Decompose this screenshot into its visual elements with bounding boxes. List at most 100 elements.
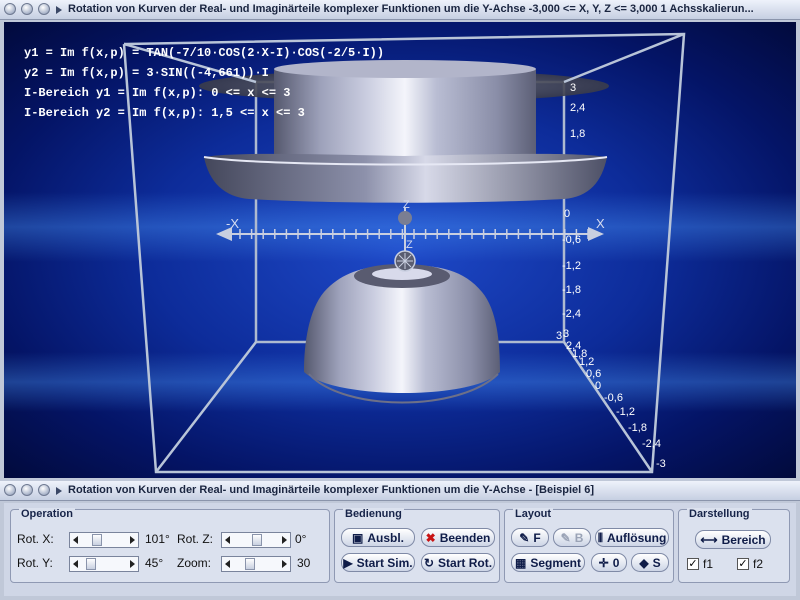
axis-label-x: X <box>596 216 605 231</box>
rot-x-label: Rot. X: <box>17 532 54 546</box>
tick-label: -1,8 <box>562 284 581 296</box>
axis-label-minus-x: -X <box>226 216 239 231</box>
tick-label: 0,6 <box>586 368 602 380</box>
tick-label: 1,8 <box>570 128 586 140</box>
close-window-icon[interactable] <box>4 484 16 496</box>
f2-label: f2 <box>753 557 764 571</box>
rot-y-value: 45° <box>145 556 164 570</box>
bedienung-title: Bedienung <box>343 508 404 520</box>
surface-y2 <box>304 264 500 404</box>
slider-thumb[interactable] <box>92 534 103 546</box>
tick-label: -3 <box>656 458 666 470</box>
maximize-window-icon[interactable] <box>38 3 50 15</box>
window-menu-icon[interactable] <box>56 6 62 14</box>
bedienung-group: Bedienung ▣ Ausbl. ✖ Beenden ▶ Start Sim… <box>334 508 500 583</box>
slider-right-arrow-icon[interactable] <box>130 560 135 568</box>
pen-icon: ✎ <box>519 530 530 545</box>
slider-left-arrow-icon[interactable] <box>73 536 78 544</box>
start-rot-button[interactable]: ↻ Start Rot. <box>421 553 495 572</box>
slider-thumb[interactable] <box>244 558 255 570</box>
control-panel: Operation Rot. X: 101° Rot. Z: 0° Rot. Y… <box>4 503 796 596</box>
f2-checkbox[interactable]: ✓ <box>737 558 749 570</box>
main-window-titlebar[interactable]: Rotation von Kurven der Real- und Imagin… <box>0 0 800 20</box>
window-controls <box>4 3 50 15</box>
zoom-slider[interactable] <box>221 556 291 572</box>
layout-title: Layout <box>513 508 554 520</box>
s-button[interactable]: ◆ S <box>631 553 669 572</box>
aufloesung-button[interactable]: ⦀ Auflösung <box>595 528 669 547</box>
grid-icon: ▦ <box>514 555 527 570</box>
slider-left-arrow-icon[interactable] <box>73 560 78 568</box>
ausblenden-button[interactable]: ▣ Ausbl. <box>341 528 415 547</box>
slider-left-arrow-icon[interactable] <box>225 560 230 568</box>
slider-thumb[interactable] <box>86 558 97 570</box>
tick-label: -0,6 <box>562 234 581 246</box>
eraser-icon: ◆ <box>639 555 649 570</box>
darstellung-group: Darstellung ⟷ Bereich ✓ f1 ✓ f2 <box>678 508 790 583</box>
minimize-window-icon[interactable] <box>21 3 33 15</box>
close-icon: ✖ <box>425 530 436 545</box>
slider-right-arrow-icon[interactable] <box>282 560 287 568</box>
zoom-label: Zoom: <box>177 556 212 570</box>
axis-label-z-top: Z <box>403 199 410 211</box>
tick-label: 2,4 <box>570 102 586 114</box>
tick-label: 0 <box>564 208 571 220</box>
rot-z-slider[interactable] <box>221 532 291 548</box>
axis-label-z-bottom: Z <box>406 239 413 251</box>
tick-label: -1,2 <box>562 260 581 272</box>
formula-y1: y1 = Im f(x,p) = TAN(-7/10·COS(2·X-I)·CO… <box>24 46 385 60</box>
main-window-title: Rotation von Kurven der Real- und Imagin… <box>68 3 754 15</box>
formula-y2: y2 = Im f(x,p) = 3·SIN((-4,661))·I <box>24 66 269 80</box>
plot-viewport[interactable]: y1 = Im f(x,p) = TAN(-7/10·COS(2·X-I)·CO… <box>4 22 796 478</box>
slider-thumb[interactable] <box>252 534 262 546</box>
close-window-icon[interactable] <box>4 3 16 15</box>
rot-x-slider[interactable] <box>69 532 139 548</box>
f1-checkbox[interactable]: ✓ <box>687 558 699 570</box>
control-window-title: Rotation von Kurven der Real- und Imagin… <box>68 484 595 496</box>
window-menu-icon[interactable] <box>56 487 62 495</box>
control-window-titlebar[interactable]: Rotation von Kurven der Real- und Imagin… <box>0 481 800 501</box>
range-y2: I-Bereich y2 = Im f(x,p): 1,5 <= x <= 3 <box>24 106 305 120</box>
rot-x-value: 101° <box>145 532 170 546</box>
operation-group: Operation Rot. X: 101° Rot. Z: 0° Rot. Y… <box>10 508 330 583</box>
tick-label: 1,2 <box>579 356 595 368</box>
tick-label: 0 <box>595 380 602 392</box>
range-y1: I-Bereich y1 = Im f(x,p): 0 <= x <= 3 <box>24 86 291 100</box>
rot-y-slider[interactable] <box>69 556 139 572</box>
segment-button[interactable]: ▦ Segment <box>511 553 585 572</box>
tick-label: -2,4 <box>562 308 581 320</box>
layout-group: Layout ✎ F ✎ B ⦀ Auflösung ▦ Segment ✛ 0… <box>504 508 674 583</box>
tick-label: -1,8 <box>628 422 647 434</box>
play-icon: ▶ <box>343 555 353 570</box>
minimize-window-icon[interactable] <box>21 484 33 496</box>
tick-label: -2,4 <box>642 438 661 450</box>
origin-button[interactable]: ✛ 0 <box>591 553 627 572</box>
crosshair-icon: ✛ <box>598 555 609 570</box>
resolution-icon: ⦀ <box>597 530 603 545</box>
rot-y-label: Rot. Y: <box>17 556 53 570</box>
tick-label: 3 <box>563 328 570 340</box>
brush-icon: ✎ <box>560 530 571 545</box>
zoom-value: 30 <box>297 556 311 570</box>
tick-label: -0,6 <box>604 392 623 404</box>
b-button[interactable]: ✎ B <box>553 528 591 547</box>
rot-z-label: Rot. Z: <box>177 532 214 546</box>
rotate-icon: ↻ <box>423 555 435 570</box>
hide-icon: ▣ <box>351 530 364 545</box>
start-sim-button[interactable]: ▶ Start Sim. <box>341 553 415 572</box>
tick-label: 3 <box>556 330 563 342</box>
slider-right-arrow-icon[interactable] <box>130 536 135 544</box>
rot-z-value: 0° <box>295 532 307 546</box>
tick-label: 3 <box>570 82 577 94</box>
slider-left-arrow-icon[interactable] <box>225 536 230 544</box>
maximize-window-icon[interactable] <box>38 484 50 496</box>
surface-y1 <box>199 60 609 203</box>
f-button[interactable]: ✎ F <box>511 528 549 547</box>
slider-right-arrow-icon[interactable] <box>282 536 287 544</box>
beenden-button[interactable]: ✖ Beenden <box>421 528 495 547</box>
darstellung-title: Darstellung <box>687 508 752 520</box>
window-controls <box>4 484 50 496</box>
f1-label: f1 <box>703 557 714 571</box>
range-icon: ⟷ <box>700 532 718 547</box>
bereich-button[interactable]: ⟷ Bereich <box>695 530 771 549</box>
